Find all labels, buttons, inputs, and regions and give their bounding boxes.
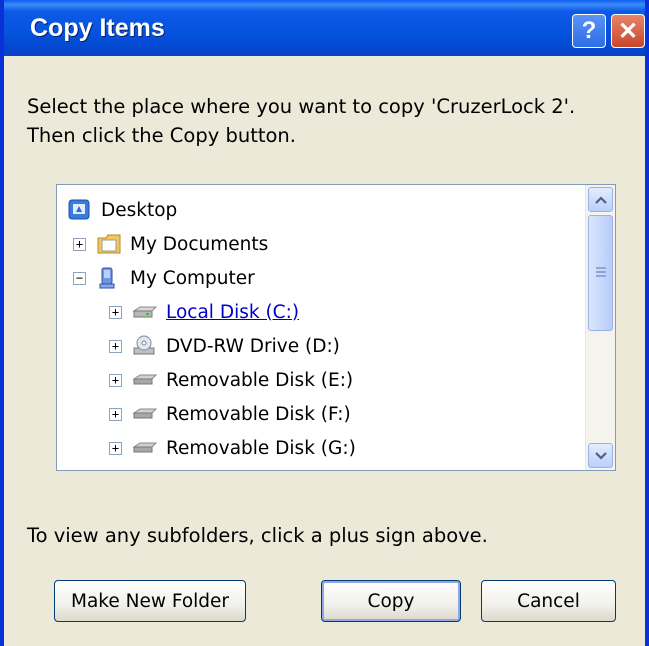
close-icon: ✕ — [617, 17, 639, 45]
tree-item-my-documents[interactable]: + My Documents — [73, 227, 268, 261]
tree-item-desktop[interactable]: Desktop — [67, 193, 177, 227]
removable-disk-icon — [132, 374, 158, 385]
removable-disk-icon — [132, 442, 158, 453]
collapse-icon[interactable]: − — [73, 271, 86, 285]
title-bar[interactable]: Copy Items ? ✕ — [4, 0, 645, 56]
tree-item-my-computer[interactable]: − My Computer — [73, 261, 255, 295]
instruction-text: Select the place where you want to copy … — [27, 92, 617, 150]
folder-tree[interactable]: Desktop + My Documents − My Computer + L… — [56, 184, 616, 471]
tree-item-removable-g[interactable]: + Removable Disk (G:) — [109, 431, 356, 465]
tree-item-label: Removable Disk (F:) — [166, 403, 351, 425]
expand-icon[interactable]: + — [109, 407, 122, 421]
tree-item-label: DVD-RW Drive (D:) — [166, 335, 340, 357]
expand-icon[interactable]: + — [109, 373, 122, 387]
make-new-folder-button[interactable]: Make New Folder — [54, 580, 246, 622]
cancel-button[interactable]: Cancel — [481, 580, 616, 622]
expand-icon[interactable]: + — [73, 237, 86, 251]
tree-item-label: My Documents — [130, 233, 269, 255]
expand-icon[interactable]: + — [109, 441, 122, 455]
my-computer-icon — [99, 267, 115, 289]
removable-disk-icon — [132, 408, 158, 419]
expand-icon[interactable]: + — [109, 339, 122, 353]
tree-item-label: Removable Disk (E:) — [166, 369, 354, 391]
dialog-title: Copy Items — [30, 14, 165, 42]
dvd-drive-icon — [133, 335, 155, 355]
expand-icon[interactable]: + — [109, 305, 122, 319]
instruction-line-1: Select the place where you want to copy … — [27, 95, 576, 118]
my-documents-icon — [97, 234, 121, 254]
vertical-scrollbar[interactable] — [585, 185, 615, 470]
copy-items-dialog: Copy Items ? ✕ Select the place where yo… — [0, 0, 649, 646]
instruction-line-2: Then click the Copy button. — [27, 124, 296, 147]
grip-icon — [596, 267, 606, 279]
tree-item-removable-e[interactable]: + Removable Disk (E:) — [109, 363, 353, 397]
scroll-down-button[interactable] — [588, 443, 613, 468]
hard-disk-icon — [132, 306, 158, 318]
tree-item-removable-f[interactable]: + Removable Disk (F:) — [109, 397, 351, 431]
chevron-down-icon — [594, 451, 607, 460]
copy-button[interactable]: Copy — [321, 580, 461, 622]
subfolder-hint: To view any subfolders, click a plus sig… — [27, 524, 488, 547]
chevron-up-icon — [594, 195, 607, 204]
tree-item-label: My Computer — [130, 267, 255, 289]
help-icon: ? — [581, 17, 597, 44]
scroll-up-button[interactable] — [588, 187, 613, 212]
desktop-icon — [68, 199, 90, 220]
tree-item-dvd-rw-d[interactable]: + DVD-RW Drive (D:) — [109, 329, 340, 363]
tree-item-local-disk-c[interactable]: + Local Disk (C:) — [109, 295, 299, 329]
scroll-thumb[interactable] — [588, 215, 613, 331]
tree-item-label: Local Disk (C:) — [166, 301, 300, 323]
tree-item-label: Removable Disk (G:) — [166, 437, 356, 459]
close-button[interactable]: ✕ — [611, 14, 645, 48]
tree-item-label: Desktop — [101, 199, 178, 221]
help-button[interactable]: ? — [572, 14, 606, 48]
